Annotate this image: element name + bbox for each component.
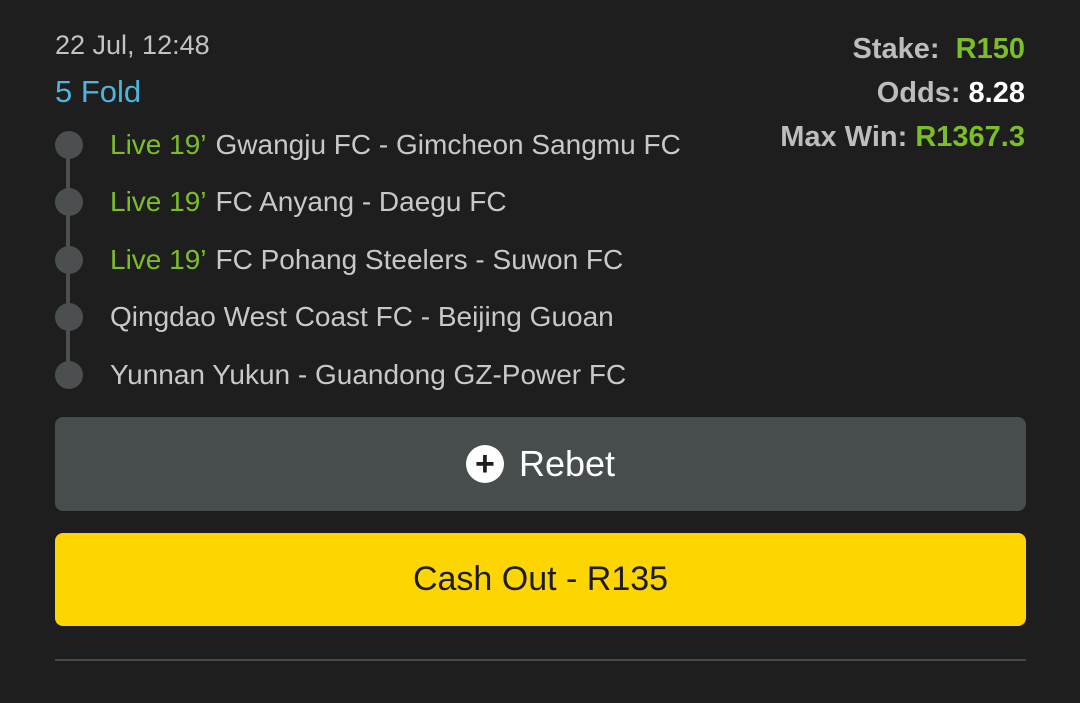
timeline-dot xyxy=(55,188,83,216)
odds-value: 8.28 xyxy=(968,77,1025,109)
max-win-row: Max Win: R1367.3 xyxy=(780,118,1025,162)
stake-value: R150 xyxy=(955,33,1025,65)
match-name: FC Pohang Steelers - Suwon FC xyxy=(215,244,624,275)
timeline-dot xyxy=(55,303,83,331)
stake-row: Stake: R150 xyxy=(780,30,1026,74)
live-status: Live 19’ xyxy=(110,129,207,160)
divider xyxy=(55,659,1026,661)
bet-type: 5 Fold xyxy=(55,74,142,109)
match-name: Qingdao West Coast FC - Beijing Guoan xyxy=(110,301,614,332)
bet-date: 22 Jul, 12:48 xyxy=(55,30,210,60)
max-win-value: R1367.3 xyxy=(915,121,1025,153)
match-name: Yunnan Yukun - Guandong GZ-Power FC xyxy=(110,359,627,390)
odds-label: Odds: xyxy=(876,77,961,109)
max-win-label: Max Win: xyxy=(780,121,908,153)
cash-out-label: Cash Out - R135 xyxy=(412,560,669,598)
match-name: FC Anyang - Daegu FC xyxy=(215,186,507,217)
rebet-label: Rebet xyxy=(518,443,616,484)
odds-row: Odds: 8.28 xyxy=(780,74,1025,118)
timeline-dot xyxy=(55,246,83,274)
match-name: Gwangju FC - Gimcheon Sangmu FC xyxy=(215,129,681,160)
live-status: Live 19’ xyxy=(110,186,207,217)
live-status: Live 19’ xyxy=(110,244,207,275)
timeline-dot xyxy=(55,361,83,389)
stake-label: Stake: xyxy=(852,33,940,65)
plus-circle-icon: + xyxy=(465,445,504,483)
bet-summary: Stake: R150 Odds: 8.28 Max Win: R1367.3 xyxy=(780,30,1025,162)
rebet-button[interactable]: + Rebet xyxy=(55,417,1026,511)
cash-out-button[interactable]: Cash Out - R135 xyxy=(55,533,1026,626)
timeline-dot xyxy=(55,131,83,159)
